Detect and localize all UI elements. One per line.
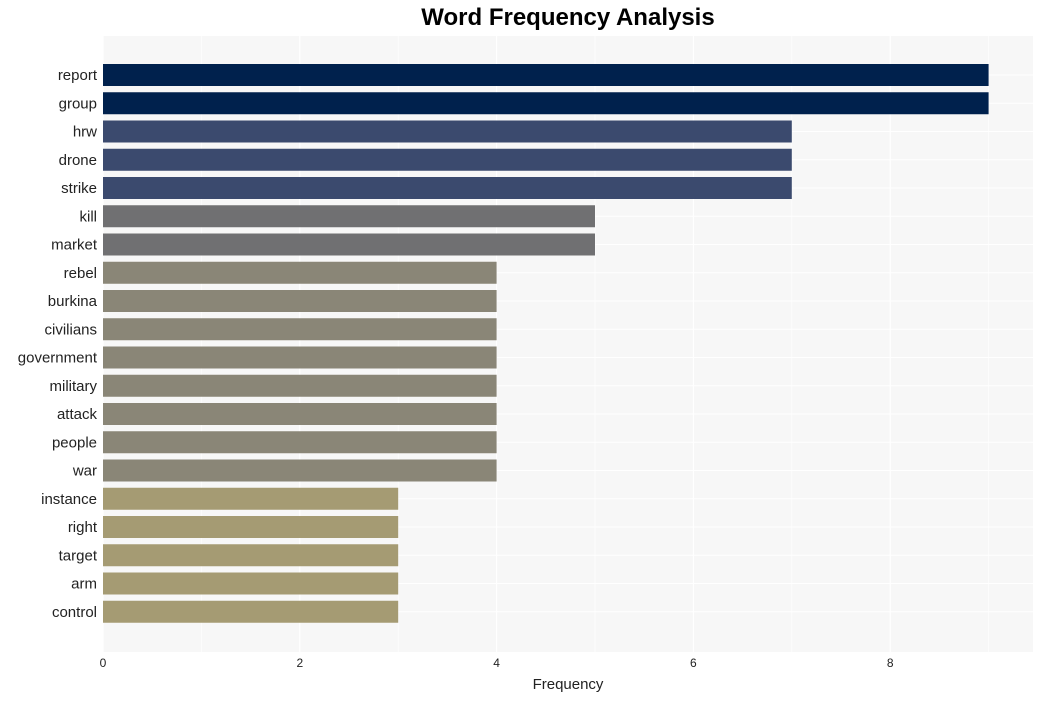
x-tick-label: 2 <box>296 656 303 670</box>
y-tick-label: war <box>72 463 97 480</box>
bar-war <box>103 459 497 482</box>
bar-strike <box>103 177 792 199</box>
bar-arm <box>103 572 399 595</box>
y-tick-label: group <box>59 95 97 112</box>
bar-military <box>103 374 497 397</box>
y-tick-label: report <box>58 67 98 84</box>
y-tick-label: control <box>52 604 97 621</box>
bar-target <box>103 544 399 567</box>
x-tick-label: 0 <box>100 656 107 670</box>
bar-burkina <box>103 290 497 312</box>
x-axis-ticks: 0 2 4 6 8 <box>100 656 894 670</box>
bar-market <box>103 233 595 256</box>
y-tick-label: rebel <box>64 265 97 282</box>
y-tick-label: right <box>68 519 98 536</box>
bar-instance <box>103 487 399 510</box>
y-tick-label: people <box>52 434 97 451</box>
y-tick-label: civilians <box>44 321 97 338</box>
y-tick-label: attack <box>57 406 98 423</box>
bar-control <box>103 600 399 623</box>
y-axis-labels: report group hrw drone strike kill market rebel… <box>18 67 98 621</box>
bar-people <box>103 431 497 454</box>
y-tick-label: strike <box>61 180 97 197</box>
y-tick-label: burkina <box>48 293 98 310</box>
bar-report <box>103 64 989 86</box>
bar-government <box>103 346 497 369</box>
y-tick-label: hrw <box>73 124 97 141</box>
y-tick-label: target <box>59 547 98 564</box>
bar-group <box>103 92 989 115</box>
bar-rebel <box>103 261 497 284</box>
y-tick-label: instance <box>41 491 97 508</box>
x-axis-label: Frequency <box>533 676 604 693</box>
x-tick-label: 6 <box>690 656 697 670</box>
y-tick-label: drone <box>59 152 97 169</box>
bar-attack <box>103 403 497 425</box>
y-tick-label: kill <box>80 208 98 225</box>
y-tick-label: government <box>18 350 98 367</box>
bar-drone <box>103 148 792 171</box>
y-tick-label: arm <box>71 576 97 593</box>
bar-right <box>103 516 399 538</box>
bar-chart: report group hrw drone strike kill market rebel… <box>18 36 1033 693</box>
bar-hrw <box>103 120 792 143</box>
x-tick-label: 4 <box>493 656 500 670</box>
bar-civilians <box>103 318 497 341</box>
x-tick-label: 8 <box>887 656 894 670</box>
bar-kill <box>103 205 595 228</box>
y-tick-label: market <box>51 237 98 254</box>
y-tick-label: military <box>50 378 98 395</box>
